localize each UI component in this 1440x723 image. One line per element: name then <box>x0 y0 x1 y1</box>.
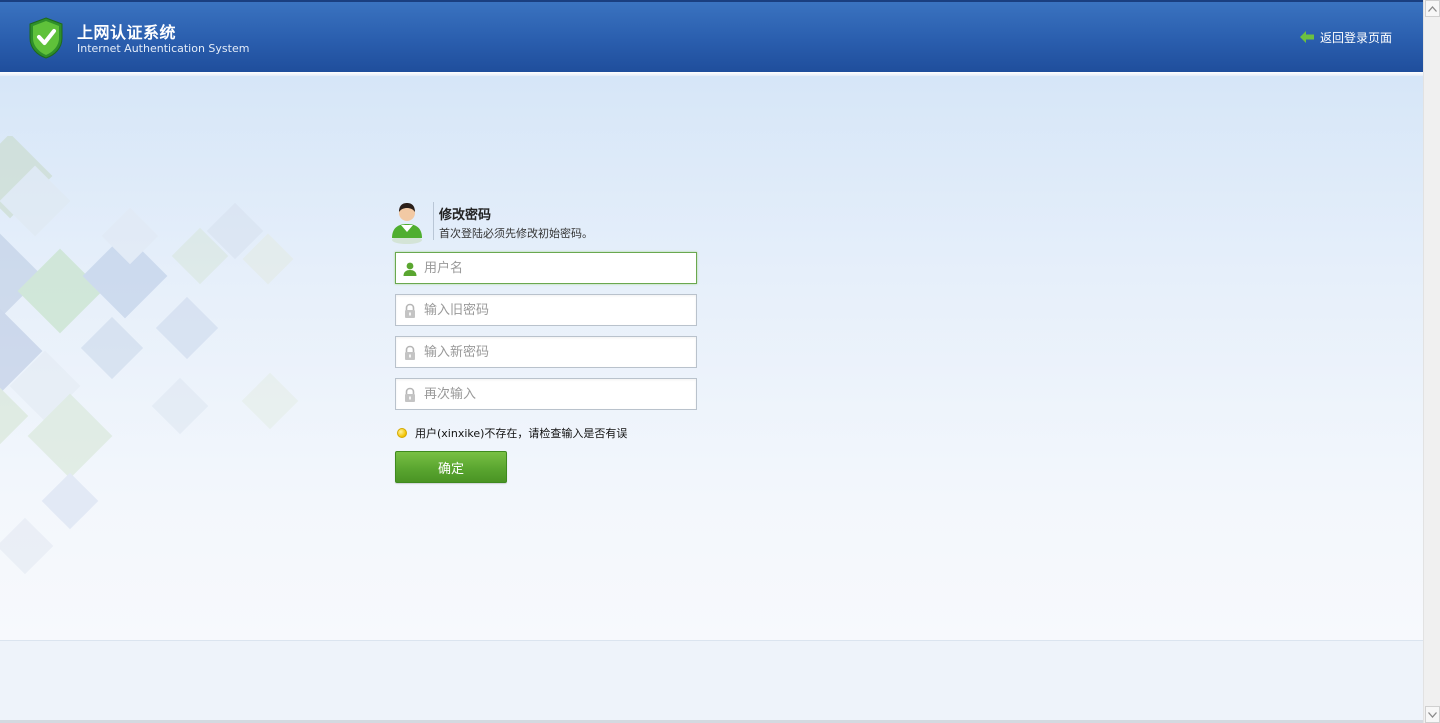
confirm-password-field[interactable] <box>395 378 697 410</box>
scroll-down-button[interactable] <box>1425 706 1440 723</box>
new-password-input[interactable] <box>424 337 692 367</box>
new-password-field[interactable] <box>395 336 697 368</box>
back-to-login-link[interactable]: 返回登录页面 <box>1300 28 1392 46</box>
chevron-down-icon <box>1428 711 1437 718</box>
user-icon <box>403 262 417 276</box>
top-header: 上网认证系统 Internet Authentication System 返回… <box>0 0 1423 72</box>
error-message: 用户(xinxike)不存在，请检查输入是否有误 <box>397 425 627 441</box>
footer <box>0 641 1423 720</box>
lock-icon <box>405 345 415 360</box>
warning-dot-icon <box>397 428 407 438</box>
user-avatar-icon <box>392 203 422 244</box>
form-header: 修改密码 首次登陆必须先修改初始密码。 <box>390 200 710 246</box>
confirm-button[interactable]: 确定 <box>395 451 507 483</box>
username-input[interactable] <box>424 253 692 283</box>
back-link-label: 返回登录页面 <box>1320 30 1393 45</box>
app-title: 上网认证系统 <box>77 23 177 42</box>
app-subtitle: Internet Authentication System <box>77 42 250 55</box>
lock-icon <box>405 303 415 318</box>
old-password-input[interactable] <box>424 295 692 325</box>
arrow-left-icon <box>1300 31 1314 43</box>
old-password-field[interactable] <box>395 294 697 326</box>
chevron-up-icon <box>1428 5 1437 12</box>
diamond-pattern-decoration <box>0 136 299 575</box>
form-header-divider <box>433 202 434 240</box>
confirm-password-input[interactable] <box>424 379 692 409</box>
shield-check-icon <box>29 17 63 59</box>
lock-icon <box>405 387 415 402</box>
form-title: 修改密码 <box>439 208 492 223</box>
main-content <box>0 76 1423 640</box>
form-description: 首次登陆必须先修改初始密码。 <box>439 227 593 240</box>
error-message-text: 用户(xinxike)不存在，请检查输入是否有误 <box>415 427 628 440</box>
scroll-up-button[interactable] <box>1425 0 1440 17</box>
vertical-scrollbar[interactable] <box>1423 0 1440 723</box>
username-field[interactable] <box>395 252 697 284</box>
